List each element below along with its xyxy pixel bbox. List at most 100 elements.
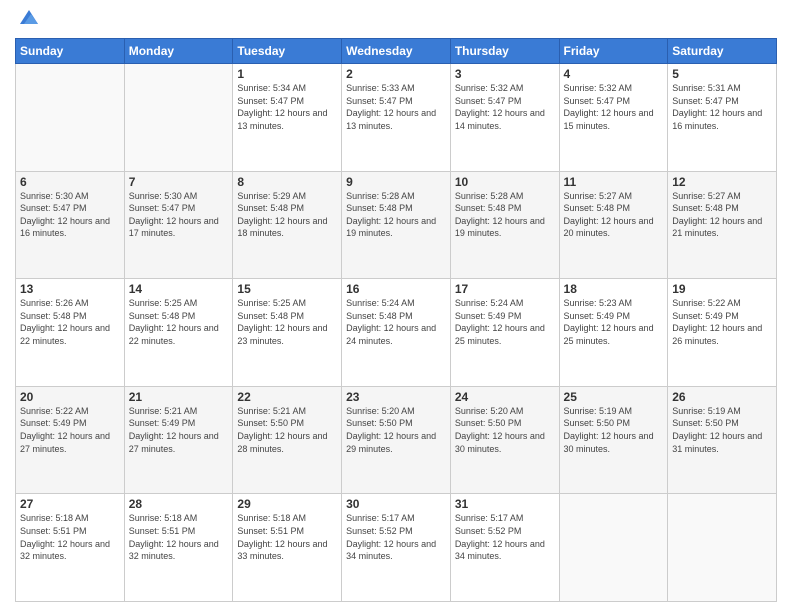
calendar-header: SundayMondayTuesdayWednesdayThursdayFrid… — [16, 39, 777, 64]
calendar-cell: 28Sunrise: 5:18 AM Sunset: 5:51 PM Dayli… — [124, 494, 233, 602]
calendar-cell: 30Sunrise: 5:17 AM Sunset: 5:52 PM Dayli… — [342, 494, 451, 602]
calendar-cell: 25Sunrise: 5:19 AM Sunset: 5:50 PM Dayli… — [559, 386, 668, 494]
day-number: 18 — [564, 282, 664, 296]
day-info: Sunrise: 5:22 AM Sunset: 5:49 PM Dayligh… — [20, 405, 120, 455]
calendar-week-row: 6Sunrise: 5:30 AM Sunset: 5:47 PM Daylig… — [16, 171, 777, 279]
calendar-cell — [559, 494, 668, 602]
day-number: 19 — [672, 282, 772, 296]
calendar-cell: 18Sunrise: 5:23 AM Sunset: 5:49 PM Dayli… — [559, 279, 668, 387]
day-number: 25 — [564, 390, 664, 404]
day-info: Sunrise: 5:19 AM Sunset: 5:50 PM Dayligh… — [564, 405, 664, 455]
day-info: Sunrise: 5:26 AM Sunset: 5:48 PM Dayligh… — [20, 297, 120, 347]
day-info: Sunrise: 5:18 AM Sunset: 5:51 PM Dayligh… — [129, 512, 229, 562]
calendar-cell: 11Sunrise: 5:27 AM Sunset: 5:48 PM Dayli… — [559, 171, 668, 279]
day-info: Sunrise: 5:30 AM Sunset: 5:47 PM Dayligh… — [129, 190, 229, 240]
day-number: 22 — [237, 390, 337, 404]
day-info: Sunrise: 5:18 AM Sunset: 5:51 PM Dayligh… — [237, 512, 337, 562]
page: SundayMondayTuesdayWednesdayThursdayFrid… — [0, 0, 792, 612]
day-info: Sunrise: 5:30 AM Sunset: 5:47 PM Dayligh… — [20, 190, 120, 240]
day-info: Sunrise: 5:17 AM Sunset: 5:52 PM Dayligh… — [455, 512, 555, 562]
calendar-cell: 31Sunrise: 5:17 AM Sunset: 5:52 PM Dayli… — [450, 494, 559, 602]
header — [15, 10, 777, 32]
day-number: 3 — [455, 67, 555, 81]
day-info: Sunrise: 5:27 AM Sunset: 5:48 PM Dayligh… — [564, 190, 664, 240]
calendar-cell: 20Sunrise: 5:22 AM Sunset: 5:49 PM Dayli… — [16, 386, 125, 494]
calendar-cell: 3Sunrise: 5:32 AM Sunset: 5:47 PM Daylig… — [450, 64, 559, 172]
day-number: 8 — [237, 175, 337, 189]
day-number: 17 — [455, 282, 555, 296]
calendar-cell: 15Sunrise: 5:25 AM Sunset: 5:48 PM Dayli… — [233, 279, 342, 387]
logo — [15, 10, 40, 32]
day-info: Sunrise: 5:23 AM Sunset: 5:49 PM Dayligh… — [564, 297, 664, 347]
weekday-header: Wednesday — [342, 39, 451, 64]
calendar-cell: 27Sunrise: 5:18 AM Sunset: 5:51 PM Dayli… — [16, 494, 125, 602]
day-number: 29 — [237, 497, 337, 511]
day-number: 26 — [672, 390, 772, 404]
day-number: 14 — [129, 282, 229, 296]
weekday-header: Friday — [559, 39, 668, 64]
calendar-cell: 26Sunrise: 5:19 AM Sunset: 5:50 PM Dayli… — [668, 386, 777, 494]
day-number: 31 — [455, 497, 555, 511]
calendar-cell: 14Sunrise: 5:25 AM Sunset: 5:48 PM Dayli… — [124, 279, 233, 387]
weekday-row: SundayMondayTuesdayWednesdayThursdayFrid… — [16, 39, 777, 64]
day-info: Sunrise: 5:34 AM Sunset: 5:47 PM Dayligh… — [237, 82, 337, 132]
day-number: 1 — [237, 67, 337, 81]
day-number: 9 — [346, 175, 446, 189]
day-info: Sunrise: 5:33 AM Sunset: 5:47 PM Dayligh… — [346, 82, 446, 132]
calendar-cell: 9Sunrise: 5:28 AM Sunset: 5:48 PM Daylig… — [342, 171, 451, 279]
calendar-cell: 17Sunrise: 5:24 AM Sunset: 5:49 PM Dayli… — [450, 279, 559, 387]
calendar-table: SundayMondayTuesdayWednesdayThursdayFrid… — [15, 38, 777, 602]
calendar-cell: 22Sunrise: 5:21 AM Sunset: 5:50 PM Dayli… — [233, 386, 342, 494]
day-info: Sunrise: 5:18 AM Sunset: 5:51 PM Dayligh… — [20, 512, 120, 562]
calendar-cell: 8Sunrise: 5:29 AM Sunset: 5:48 PM Daylig… — [233, 171, 342, 279]
calendar-cell: 24Sunrise: 5:20 AM Sunset: 5:50 PM Dayli… — [450, 386, 559, 494]
day-number: 4 — [564, 67, 664, 81]
day-info: Sunrise: 5:29 AM Sunset: 5:48 PM Dayligh… — [237, 190, 337, 240]
calendar-cell — [668, 494, 777, 602]
calendar-week-row: 13Sunrise: 5:26 AM Sunset: 5:48 PM Dayli… — [16, 279, 777, 387]
calendar-cell: 2Sunrise: 5:33 AM Sunset: 5:47 PM Daylig… — [342, 64, 451, 172]
day-info: Sunrise: 5:22 AM Sunset: 5:49 PM Dayligh… — [672, 297, 772, 347]
day-number: 24 — [455, 390, 555, 404]
calendar-cell: 1Sunrise: 5:34 AM Sunset: 5:47 PM Daylig… — [233, 64, 342, 172]
calendar-week-row: 20Sunrise: 5:22 AM Sunset: 5:49 PM Dayli… — [16, 386, 777, 494]
calendar-cell: 23Sunrise: 5:20 AM Sunset: 5:50 PM Dayli… — [342, 386, 451, 494]
day-number: 16 — [346, 282, 446, 296]
day-number: 15 — [237, 282, 337, 296]
day-number: 6 — [20, 175, 120, 189]
day-number: 5 — [672, 67, 772, 81]
calendar-cell: 12Sunrise: 5:27 AM Sunset: 5:48 PM Dayli… — [668, 171, 777, 279]
day-info: Sunrise: 5:24 AM Sunset: 5:48 PM Dayligh… — [346, 297, 446, 347]
weekday-header: Thursday — [450, 39, 559, 64]
day-number: 28 — [129, 497, 229, 511]
calendar-cell: 4Sunrise: 5:32 AM Sunset: 5:47 PM Daylig… — [559, 64, 668, 172]
day-info: Sunrise: 5:32 AM Sunset: 5:47 PM Dayligh… — [564, 82, 664, 132]
calendar-cell — [16, 64, 125, 172]
day-number: 10 — [455, 175, 555, 189]
day-info: Sunrise: 5:17 AM Sunset: 5:52 PM Dayligh… — [346, 512, 446, 562]
calendar-cell: 5Sunrise: 5:31 AM Sunset: 5:47 PM Daylig… — [668, 64, 777, 172]
day-info: Sunrise: 5:27 AM Sunset: 5:48 PM Dayligh… — [672, 190, 772, 240]
weekday-header: Tuesday — [233, 39, 342, 64]
day-info: Sunrise: 5:25 AM Sunset: 5:48 PM Dayligh… — [129, 297, 229, 347]
day-number: 7 — [129, 175, 229, 189]
weekday-header: Monday — [124, 39, 233, 64]
calendar-cell: 16Sunrise: 5:24 AM Sunset: 5:48 PM Dayli… — [342, 279, 451, 387]
day-info: Sunrise: 5:32 AM Sunset: 5:47 PM Dayligh… — [455, 82, 555, 132]
day-number: 27 — [20, 497, 120, 511]
weekday-header: Sunday — [16, 39, 125, 64]
day-number: 30 — [346, 497, 446, 511]
calendar-body: 1Sunrise: 5:34 AM Sunset: 5:47 PM Daylig… — [16, 64, 777, 602]
calendar-cell — [124, 64, 233, 172]
calendar-cell: 7Sunrise: 5:30 AM Sunset: 5:47 PM Daylig… — [124, 171, 233, 279]
day-info: Sunrise: 5:20 AM Sunset: 5:50 PM Dayligh… — [455, 405, 555, 455]
calendar-cell: 29Sunrise: 5:18 AM Sunset: 5:51 PM Dayli… — [233, 494, 342, 602]
day-info: Sunrise: 5:24 AM Sunset: 5:49 PM Dayligh… — [455, 297, 555, 347]
calendar-cell: 10Sunrise: 5:28 AM Sunset: 5:48 PM Dayli… — [450, 171, 559, 279]
calendar-cell: 6Sunrise: 5:30 AM Sunset: 5:47 PM Daylig… — [16, 171, 125, 279]
day-info: Sunrise: 5:21 AM Sunset: 5:50 PM Dayligh… — [237, 405, 337, 455]
day-number: 20 — [20, 390, 120, 404]
day-number: 23 — [346, 390, 446, 404]
day-number: 11 — [564, 175, 664, 189]
day-info: Sunrise: 5:21 AM Sunset: 5:49 PM Dayligh… — [129, 405, 229, 455]
